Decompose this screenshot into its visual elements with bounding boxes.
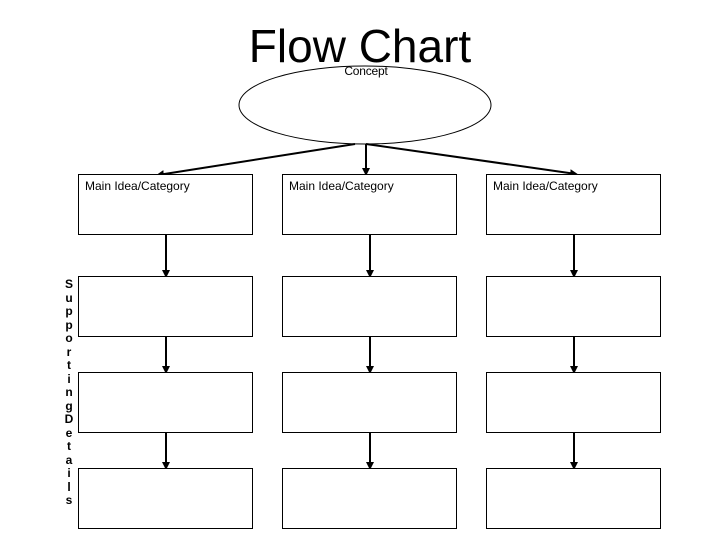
side-label-letter: s [65,493,73,507]
side-label-letter: e [65,425,73,440]
concept-label: Concept [344,64,388,78]
side-label-letter: a [65,452,73,467]
main-idea-box-3[interactable]: Main Idea/Category [486,174,661,235]
detail-box-2-3[interactable] [282,468,457,529]
detail-box-3-3[interactable] [486,468,661,529]
main-idea-label: Main Idea/Category [85,179,190,193]
connector-layer [156,65,578,470]
side-label-letter: i [67,371,71,386]
detail-box-3-2[interactable] [486,372,661,433]
side-label-letter: o [65,331,73,345]
detail-box-2-1[interactable] [282,276,457,337]
arrow-concept-to-col1 [156,143,356,179]
detail-box-3-1[interactable] [486,276,661,337]
side-label-letter: g [65,398,73,413]
arrow-concept-to-col3 [365,143,578,178]
main-idea-label: Main Idea/Category [493,179,598,193]
side-label-letter: n [65,385,73,399]
main-idea-label: Main Idea/Category [289,179,394,193]
side-label-letter: t [67,358,71,372]
supporting-details-label: SupportingDetails [60,277,78,508]
detail-box-1-1[interactable] [78,276,253,337]
side-label-letter: t [67,439,71,453]
side-label-letter: S [64,277,73,291]
side-label-letter: p [65,317,73,332]
detail-box-1-3[interactable] [78,468,253,529]
side-label-letter: r [66,344,72,359]
main-idea-box-2[interactable]: Main Idea/Category [282,174,457,235]
detail-box-1-2[interactable] [78,372,253,433]
side-label-letter: D [64,412,74,426]
side-label-letter: u [65,290,73,305]
main-idea-box-1[interactable]: Main Idea/Category [78,174,253,235]
side-label-letter: l [67,479,71,494]
detail-box-2-2[interactable] [282,372,457,433]
side-label-letter: i [67,466,71,480]
side-label-letter: p [65,304,73,318]
